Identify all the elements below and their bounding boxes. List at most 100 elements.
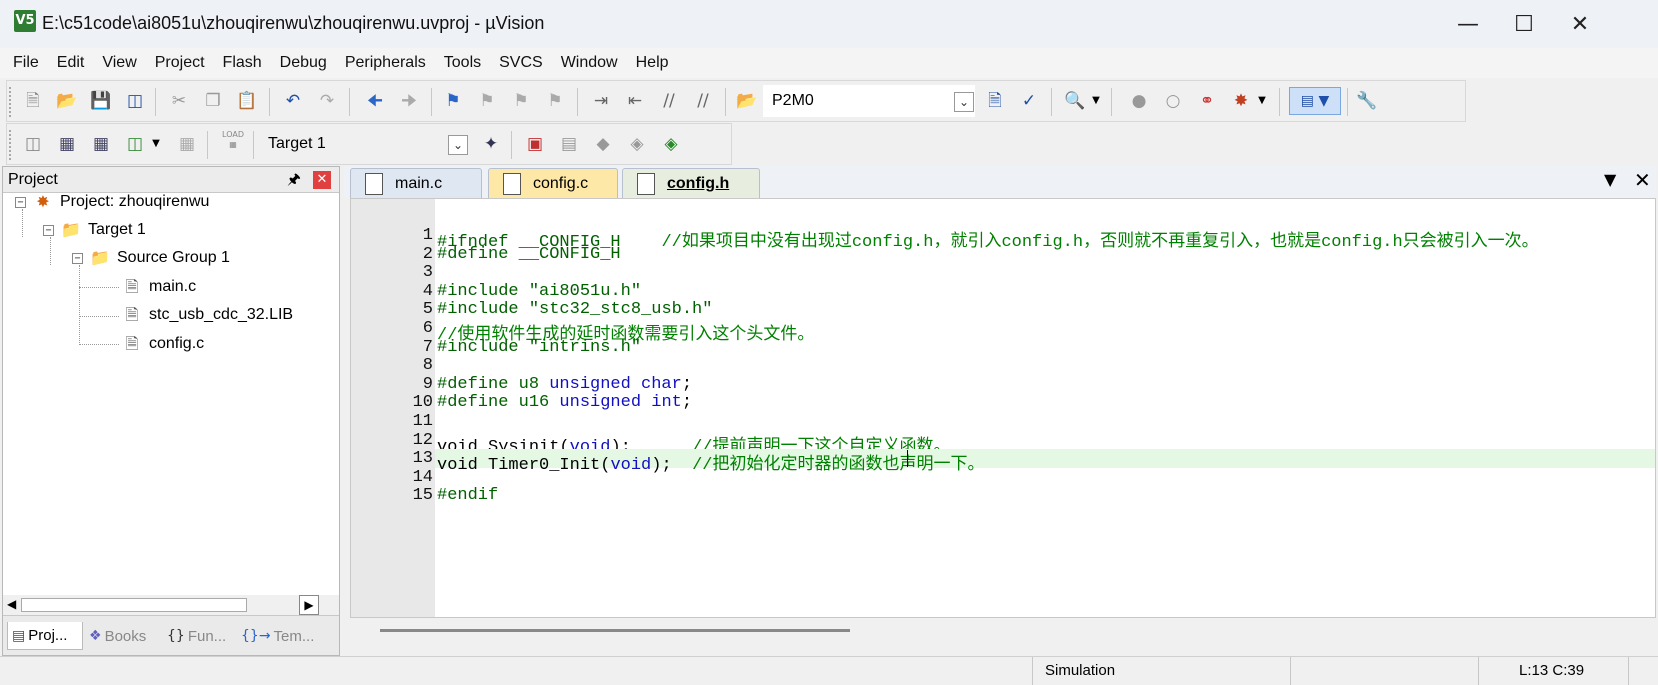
save-all-icon[interactable]: ◫ (123, 89, 147, 113)
code-editor[interactable]: 1 2 3 4 5 6 7 8 9 10 11 12 13 14 15 #ifndef __CONFIG_H… (350, 198, 1656, 618)
tree-file[interactable]: 🗎 config.c (121, 331, 205, 357)
options-for-target-icon[interactable]: ✦ (479, 132, 503, 156)
uncomment-icon[interactable]: // (691, 89, 715, 113)
maximize-button[interactable]: ☐ (1496, 0, 1552, 48)
chevron-down-icon[interactable]: ▼ (149, 132, 163, 156)
collapse-icon[interactable]: − (72, 252, 83, 264)
collapse-icon[interactable]: − (43, 224, 54, 236)
stop-build-icon[interactable]: ▦ (175, 132, 199, 156)
code-line[interactable]: void Timer0_Init(void); //把初始化定时器的函数也声明一… (437, 449, 984, 475)
menu-project[interactable]: Project (146, 49, 214, 77)
project-horizontal-scrollbar[interactable]: ◀ ▶ (3, 595, 339, 615)
menu-flash[interactable]: Flash (214, 49, 271, 77)
code-line[interactable]: #define __CONFIG_H (437, 245, 621, 264)
menu-tools[interactable]: Tools (435, 49, 490, 77)
open-file-icon[interactable]: 📂 (55, 89, 79, 113)
clear-bookmarks-icon[interactable]: ⚑ (543, 89, 567, 113)
pin-icon[interactable]: 🖈 (287, 169, 301, 194)
target-combo[interactable]: Target 1 ⌄ (259, 128, 469, 160)
scroll-thumb[interactable] (21, 598, 247, 612)
menu-debug[interactable]: Debug (271, 49, 336, 77)
tree-project[interactable]: − ✸ Project: zhouqirenwu (15, 189, 209, 215)
indent-icon[interactable]: ⇥ (589, 89, 613, 113)
enable-breakpoint-icon[interactable]: ○ (1161, 89, 1185, 113)
manage-packs-icon[interactable]: ▤ (557, 132, 581, 156)
scroll-left-icon[interactable]: ◀ (7, 597, 16, 611)
minimize-button[interactable]: — (1440, 0, 1496, 48)
close-tab-icon[interactable]: ✕ (1634, 168, 1651, 192)
code-line[interactable]: #endif (437, 486, 498, 505)
disable-breakpoints-icon[interactable]: ⚭ (1195, 89, 1219, 113)
rebuild-icon[interactable]: ▦ (89, 132, 113, 156)
new-file-icon[interactable]: 🗎 (21, 89, 45, 113)
tab-project[interactable]: ▤ Proj... (7, 622, 83, 650)
toolbar-grip[interactable] (9, 87, 12, 117)
editor-horizontal-scrollbar[interactable] (350, 618, 1656, 642)
incremental-find-icon[interactable]: ✓ (1017, 89, 1041, 113)
comment-icon[interactable]: // (657, 89, 681, 113)
tree-file[interactable]: 🗎 main.c (121, 274, 197, 300)
tab-functions[interactable]: {} Fun... (163, 622, 235, 650)
scroll-thumb[interactable] (380, 629, 850, 632)
code-line[interactable]: #define u16 unsigned int; (437, 393, 692, 412)
tree-source-group[interactable]: − 📁 Source Group 1 (72, 245, 230, 271)
build-icon[interactable]: ▦ (55, 132, 79, 156)
toolbar-grip[interactable] (9, 130, 12, 160)
tab-main-c[interactable]: main.c (350, 168, 482, 198)
navigate-forward-icon[interactable]: 🠊 (397, 89, 421, 113)
close-window-button[interactable]: ✕ (1552, 0, 1608, 48)
menu-svcs[interactable]: SVCS (490, 49, 552, 77)
redo-icon[interactable]: ↷ (315, 89, 339, 113)
chevron-down-icon[interactable]: ⌄ (448, 135, 468, 155)
debug-session-icon[interactable]: 🔍 (1063, 89, 1087, 113)
close-panel-icon[interactable]: ✕ (313, 171, 331, 189)
manage-project-items-icon[interactable]: ▣ (523, 132, 547, 156)
tree-target[interactable]: − 📁 Target 1 (43, 217, 146, 243)
menu-edit[interactable]: Edit (48, 49, 94, 77)
menu-file[interactable]: File (4, 49, 48, 77)
navigate-back-icon[interactable]: 🠈 (363, 89, 387, 113)
menu-view[interactable]: View (93, 49, 145, 77)
find-combo[interactable]: P2M0 ⌄ (763, 85, 975, 117)
code-line[interactable]: #include "stc32_stc8_usb.h" (437, 300, 712, 319)
configure-icon[interactable]: 🔧 (1355, 89, 1379, 113)
tab-list-dropdown-icon[interactable]: ▼ (1604, 170, 1616, 189)
tab-books[interactable]: ❖ Books (85, 622, 159, 650)
chevron-down-icon[interactable]: ▼ (1255, 89, 1269, 113)
find-in-files-icon[interactable]: 📂 (735, 89, 759, 113)
scroll-right-icon[interactable]: ▶ (299, 595, 319, 615)
download-icon[interactable]: LOAD ▦ (219, 130, 247, 154)
find-icon[interactable]: 🗎 (983, 89, 1007, 113)
select-packs-icon[interactable]: ◆ (591, 132, 615, 156)
previous-bookmark-icon[interactable]: ⚑ (475, 89, 499, 113)
chevron-down-icon[interactable]: ⌄ (954, 92, 974, 112)
translate-icon[interactable]: ◫ (21, 132, 45, 156)
cut-icon[interactable]: ✂ (167, 89, 191, 113)
tab-templates[interactable]: {}→ Tem... (237, 622, 317, 650)
chevron-down-icon[interactable]: ▼ (1089, 89, 1103, 113)
code-line[interactable]: #include "intrins.h" (437, 338, 641, 357)
pack-installer-icon[interactable]: ◈ (659, 132, 683, 156)
tree-file[interactable]: 🗎 stc_usb_cdc_32.LIB (121, 302, 294, 328)
collapse-icon[interactable]: − (15, 196, 26, 208)
code-line[interactable]: #define u8 unsigned char; (437, 375, 692, 394)
next-bookmark-icon[interactable]: ⚑ (509, 89, 533, 113)
insert-bookmark-icon[interactable]: ⚑ (441, 89, 465, 113)
insert-breakpoint-icon[interactable]: ● (1127, 89, 1151, 113)
copy-icon[interactable]: ❐ (201, 89, 225, 113)
resize-grip[interactable] (1628, 657, 1658, 685)
window-layout-icon[interactable]: ▤ ▼ (1289, 87, 1341, 115)
save-icon[interactable]: 💾 (89, 89, 113, 113)
manage-components-icon[interactable]: ◈ (625, 132, 649, 156)
undo-icon[interactable]: ↶ (281, 89, 305, 113)
tab-config-h[interactable]: config.h (622, 168, 760, 198)
uvision-app-icon[interactable]: V5 (14, 10, 36, 32)
paste-icon[interactable]: 📋 (235, 89, 259, 113)
menu-help[interactable]: Help (627, 49, 678, 77)
menu-peripherals[interactable]: Peripherals (336, 49, 435, 77)
batch-build-icon[interactable]: ◫ (123, 132, 147, 156)
code-line[interactable]: #include "ai8051u.h" (437, 282, 641, 301)
tab-config-c[interactable]: config.c (488, 168, 618, 198)
menu-window[interactable]: Window (552, 49, 627, 77)
unindent-icon[interactable]: ⇤ (623, 89, 647, 113)
